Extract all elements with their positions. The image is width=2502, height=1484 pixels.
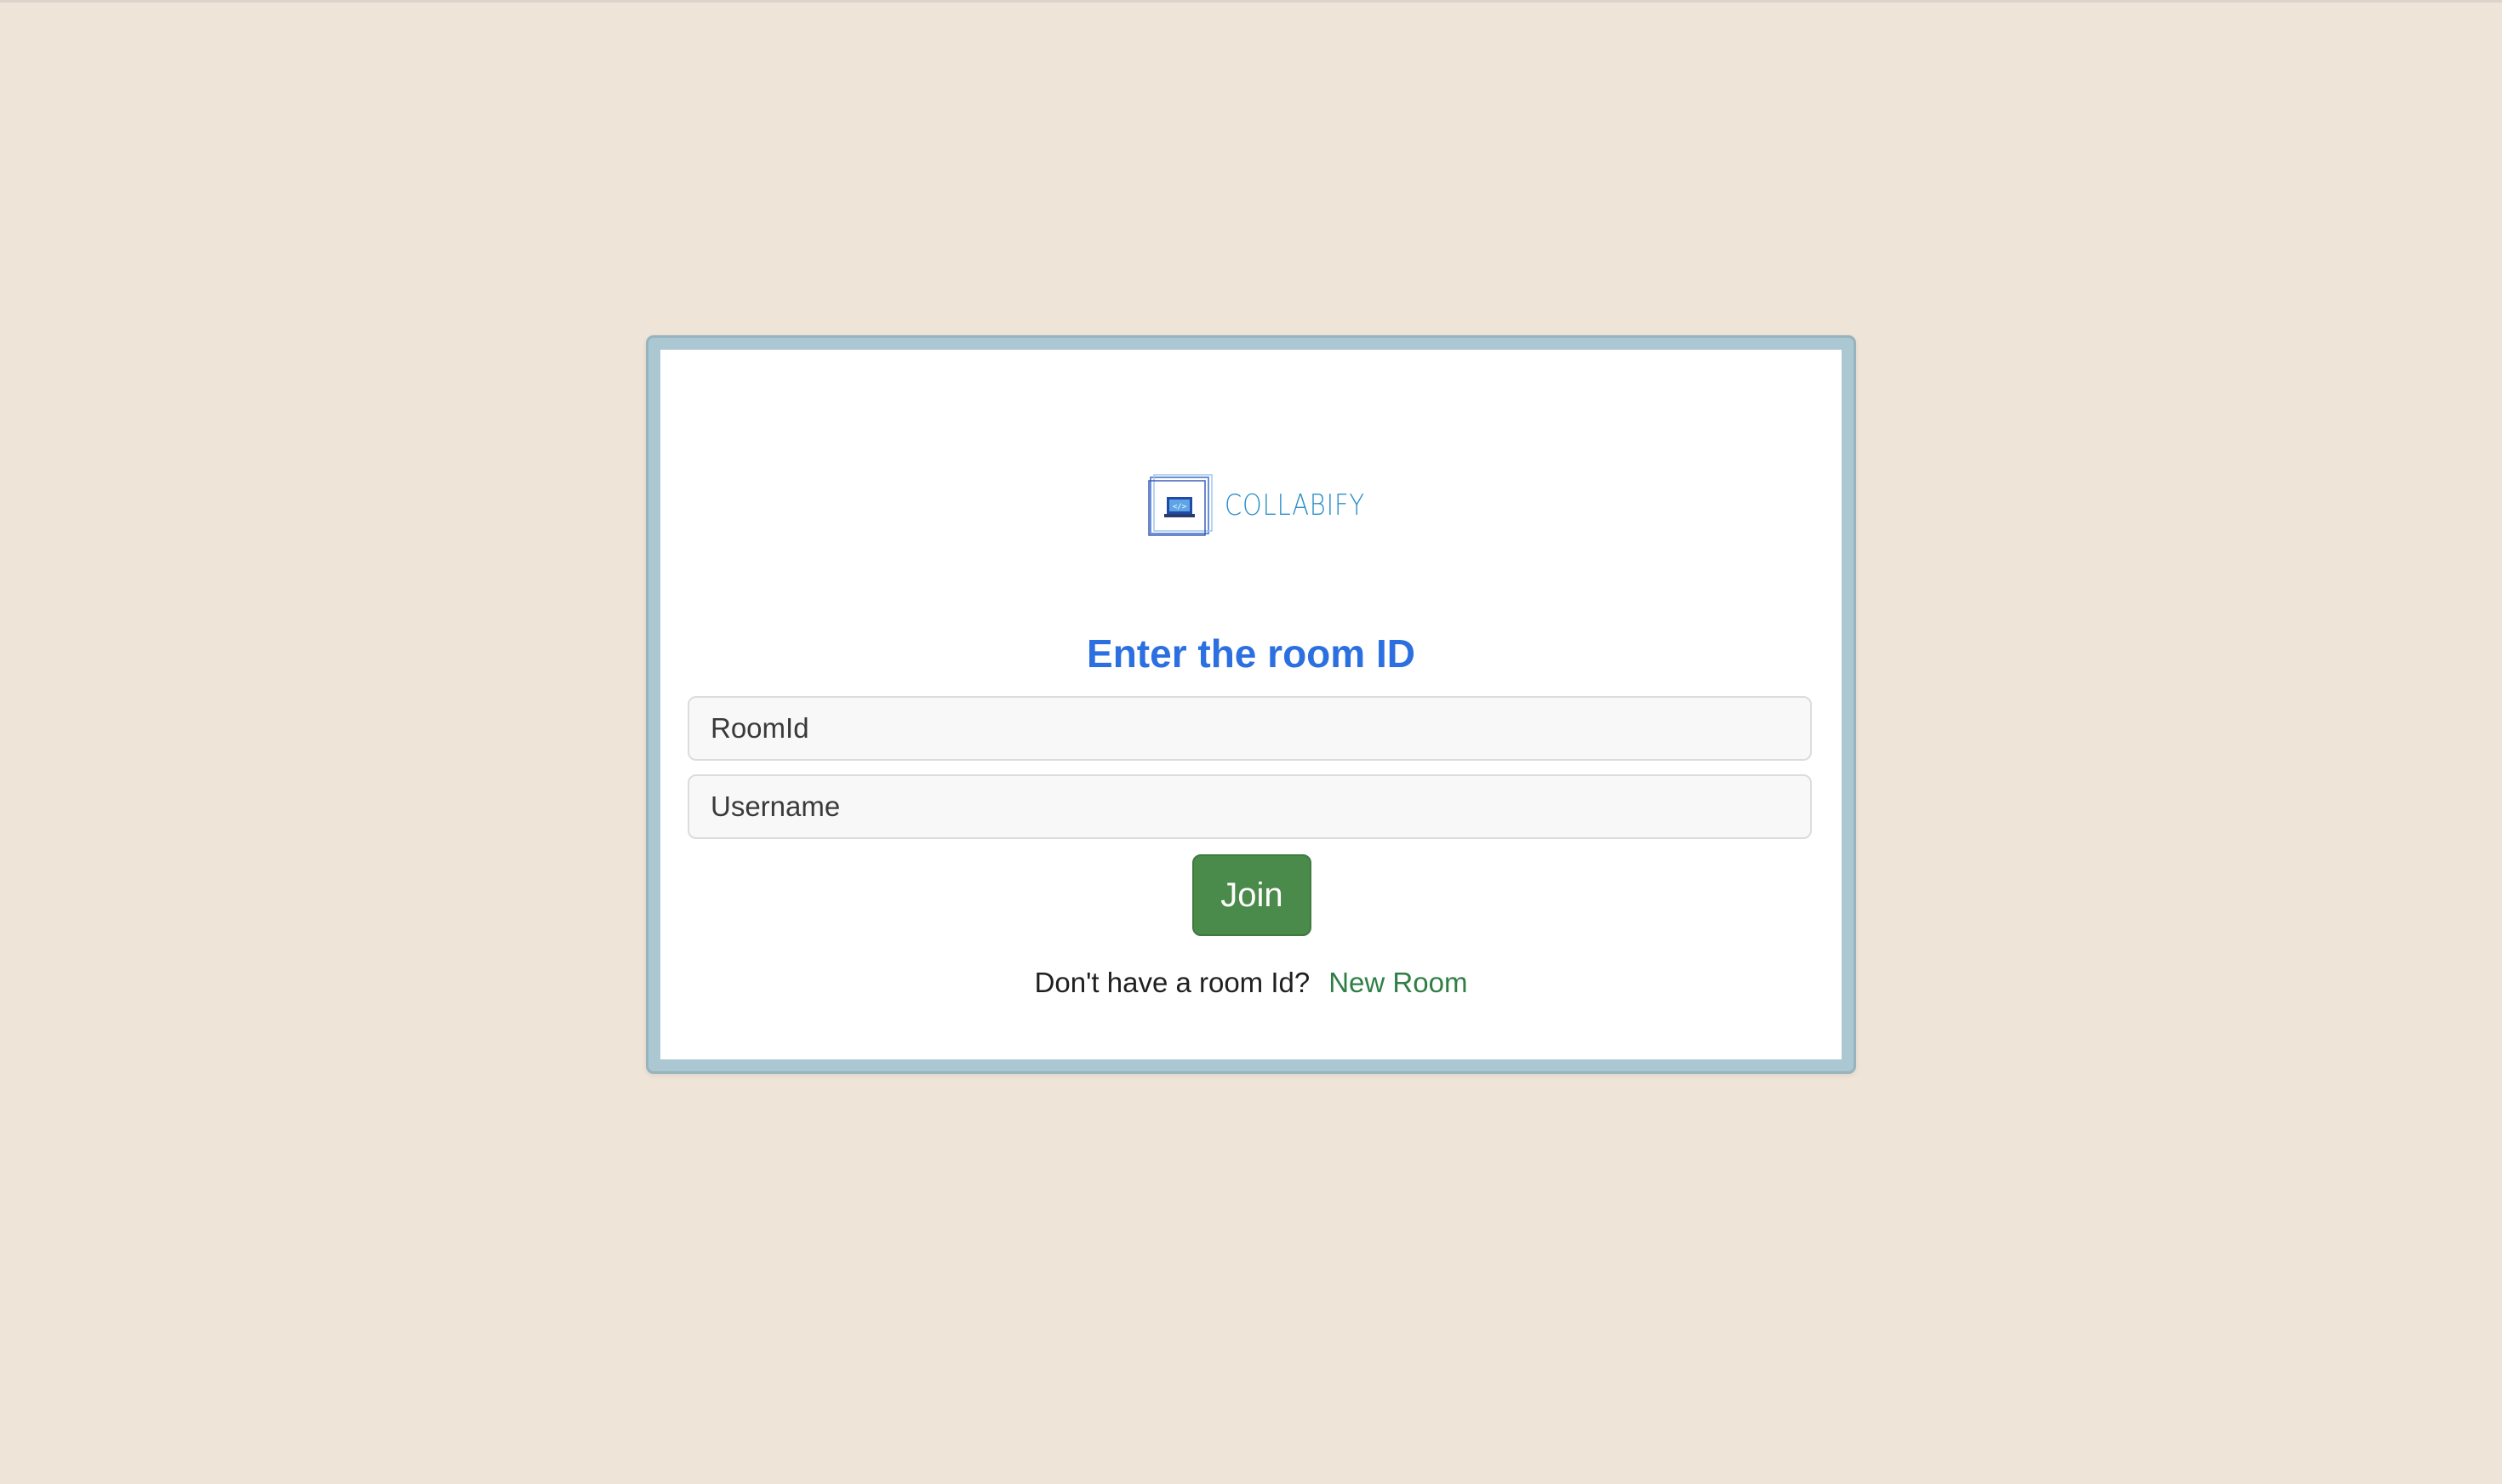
svg-text:</>: </> bbox=[1173, 503, 1187, 511]
top-divider bbox=[0, 0, 2502, 3]
join-button[interactable]: Join bbox=[1192, 854, 1311, 936]
new-room-prompt: Don't have a room Id? New Room bbox=[660, 967, 1842, 999]
room-id-input[interactable] bbox=[688, 696, 1812, 761]
new-room-link[interactable]: New Room bbox=[1328, 967, 1467, 998]
app-logo-text: COLLABIFY bbox=[1225, 488, 1365, 522]
username-input[interactable] bbox=[688, 774, 1812, 839]
laptop-code-icon: </> bbox=[1148, 473, 1213, 538]
join-card: </> COLLABIFY Enter the room ID Join Don… bbox=[660, 350, 1842, 1059]
new-room-prompt-text: Don't have a room Id? bbox=[1034, 967, 1311, 998]
join-card-frame: </> COLLABIFY Enter the room ID Join Don… bbox=[646, 335, 1856, 1074]
app-logo: </> COLLABIFY bbox=[1148, 473, 1390, 538]
page-title: Enter the room ID bbox=[1087, 631, 1415, 676]
